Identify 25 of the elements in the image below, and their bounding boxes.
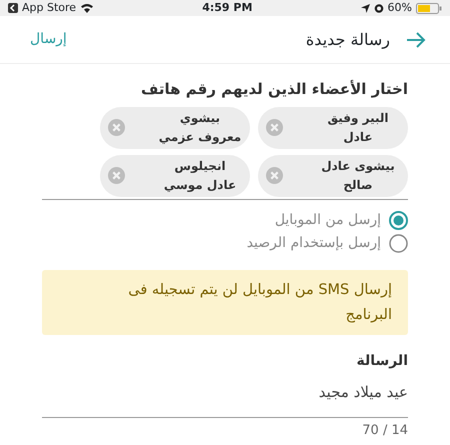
battery-icon: [416, 2, 442, 14]
message-label: الرسالة: [355, 352, 408, 370]
recipient-chip[interactable]: انجيلوس عادل موسي: [100, 154, 250, 196]
recipients-field[interactable]: البير وفيق عادل بيشوي معروف عزمي بيشوى عادل صالح انجيلوس عادل موسي: [42, 106, 408, 200]
remove-icon[interactable]: [108, 167, 125, 184]
remove-icon[interactable]: [266, 167, 283, 184]
remove-icon[interactable]: [266, 119, 283, 136]
back-arrow-icon[interactable]: [406, 32, 426, 48]
recipients-heading: اختار الأعضاء الذين لديهم رقم هاتف: [140, 78, 408, 100]
notice-banner: إرسال SMS من الموبايل لن يتم تسجيله فى البرنامج: [42, 270, 408, 334]
radio-button[interactable]: [389, 210, 408, 230]
location-icon: [360, 4, 370, 12]
screen-title: رسالة جديدة: [306, 28, 390, 51]
back-icon[interactable]: [8, 3, 18, 13]
character-counter: 70 / 14: [362, 422, 408, 440]
recipient-chip[interactable]: بيشوي معروف عزمي: [100, 106, 250, 148]
message-field[interactable]: عيد ميلاد مجيد: [42, 372, 408, 418]
wifi-icon: [80, 3, 94, 13]
battery-percent: 60%: [388, 0, 412, 16]
recipient-chip[interactable]: البير وفيق عادل: [258, 106, 408, 148]
remove-icon[interactable]: [108, 119, 125, 136]
recipient-chip[interactable]: بيشوى عادل صالح: [258, 154, 408, 196]
back-app-label[interactable]: App Store: [22, 0, 76, 16]
radio-button[interactable]: [389, 234, 408, 252]
status-time: 4:59 PM: [202, 0, 252, 16]
